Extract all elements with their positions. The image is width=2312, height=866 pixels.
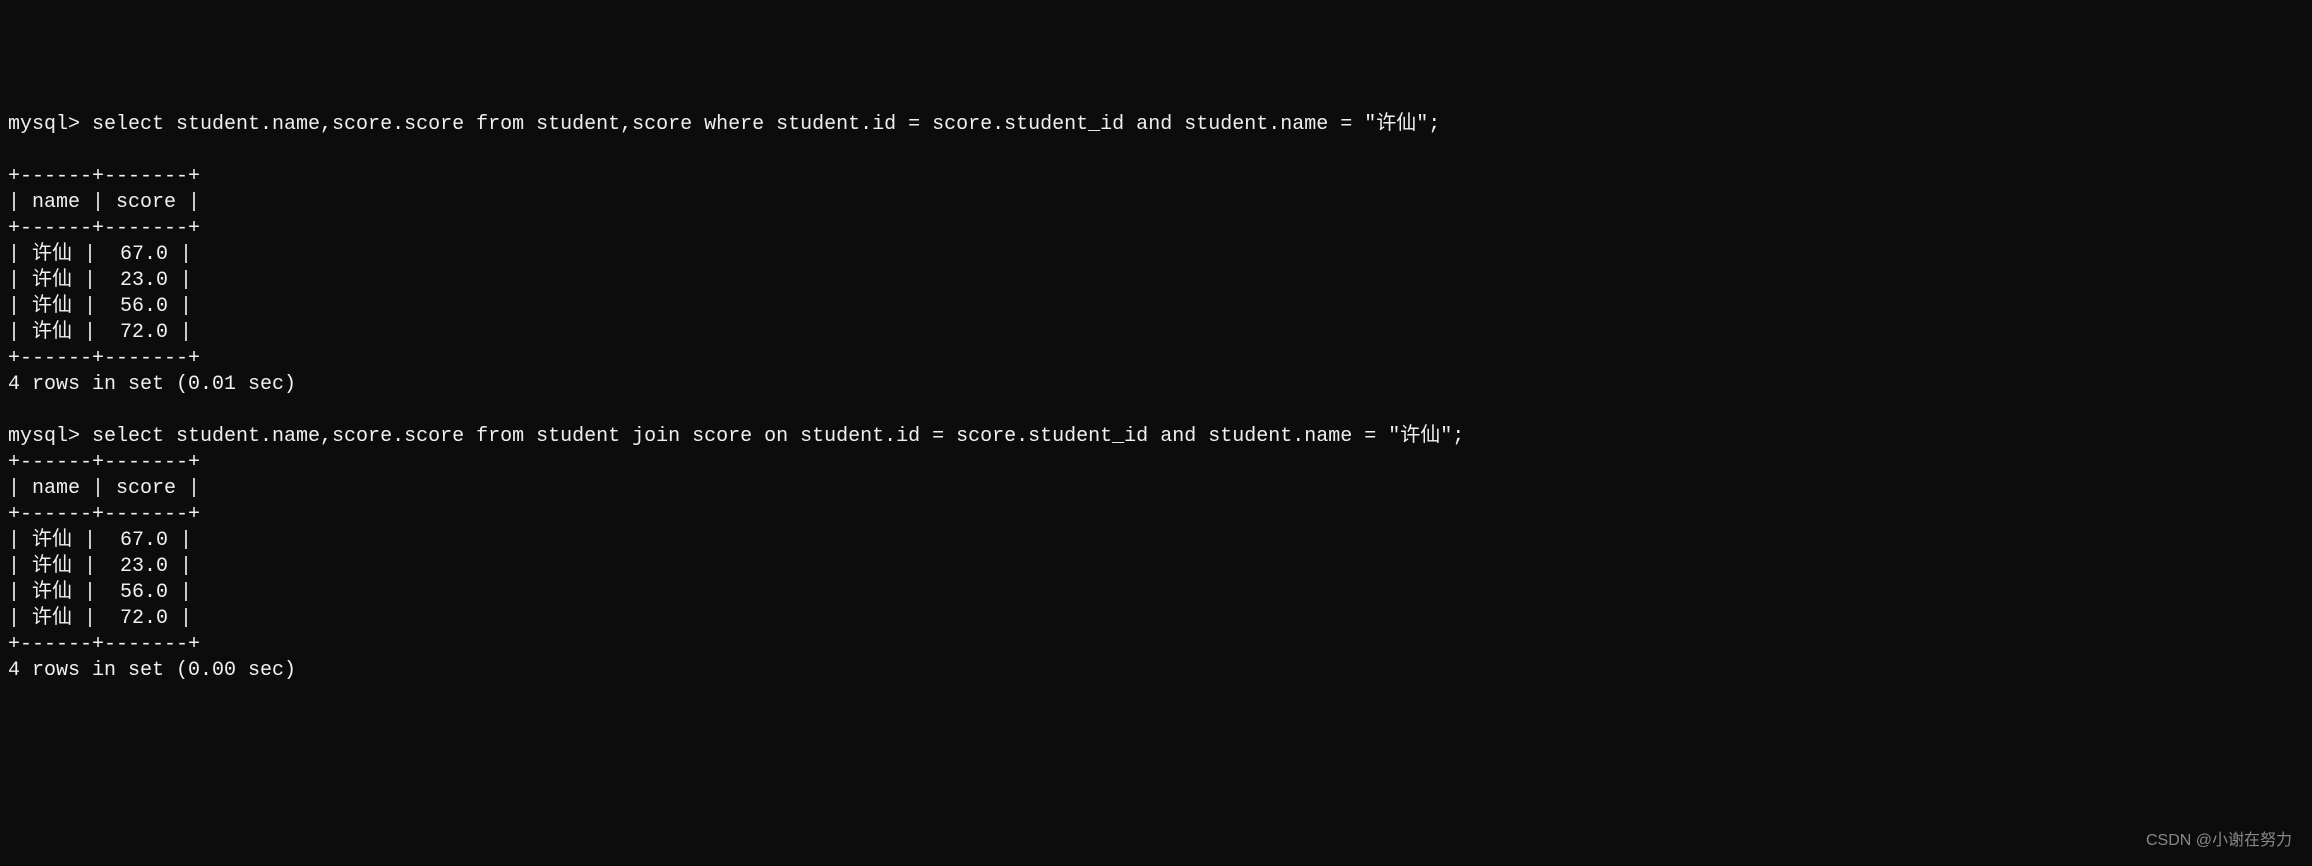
table2-border-top: +------+-------+ — [8, 451, 200, 474]
table1-header: | name | score | — [8, 191, 200, 214]
table1-border-bottom: +------+-------+ — [8, 347, 200, 370]
table2-row: | 许仙 | 56.0 | — [8, 581, 192, 604]
table1-border-mid: +------+-------+ — [8, 217, 200, 240]
sql-query-1: select student.name,score.score from stu… — [92, 113, 1440, 136]
table1-row: | 许仙 | 56.0 | — [8, 295, 192, 318]
table2-row: | 许仙 | 23.0 | — [8, 555, 192, 578]
sql-query-2: select student.name,score.score from stu… — [92, 425, 1464, 448]
mysql-prompt-1: mysql> — [8, 113, 92, 136]
table1-border-top: +------+-------+ — [8, 165, 200, 188]
table2-row: | 许仙 | 67.0 | — [8, 529, 192, 552]
table1-row: | 许仙 | 67.0 | — [8, 243, 192, 266]
table1-row: | 许仙 | 72.0 | — [8, 321, 192, 344]
table2-row: | 许仙 | 72.0 | — [8, 607, 192, 630]
mysql-prompt-2: mysql> — [8, 425, 92, 448]
table2-header: | name | score | — [8, 477, 200, 500]
result-status-2: 4 rows in set (0.00 sec) — [8, 659, 296, 682]
terminal-output[interactable]: mysql> select student.name,score.score f… — [8, 112, 2304, 684]
result-status-1: 4 rows in set (0.01 sec) — [8, 373, 296, 396]
table2-border-bottom: +------+-------+ — [8, 633, 200, 656]
table1-row: | 许仙 | 23.0 | — [8, 269, 192, 292]
table2-border-mid: +------+-------+ — [8, 503, 200, 526]
watermark: CSDN @小谢在努力 — [2146, 831, 2292, 852]
